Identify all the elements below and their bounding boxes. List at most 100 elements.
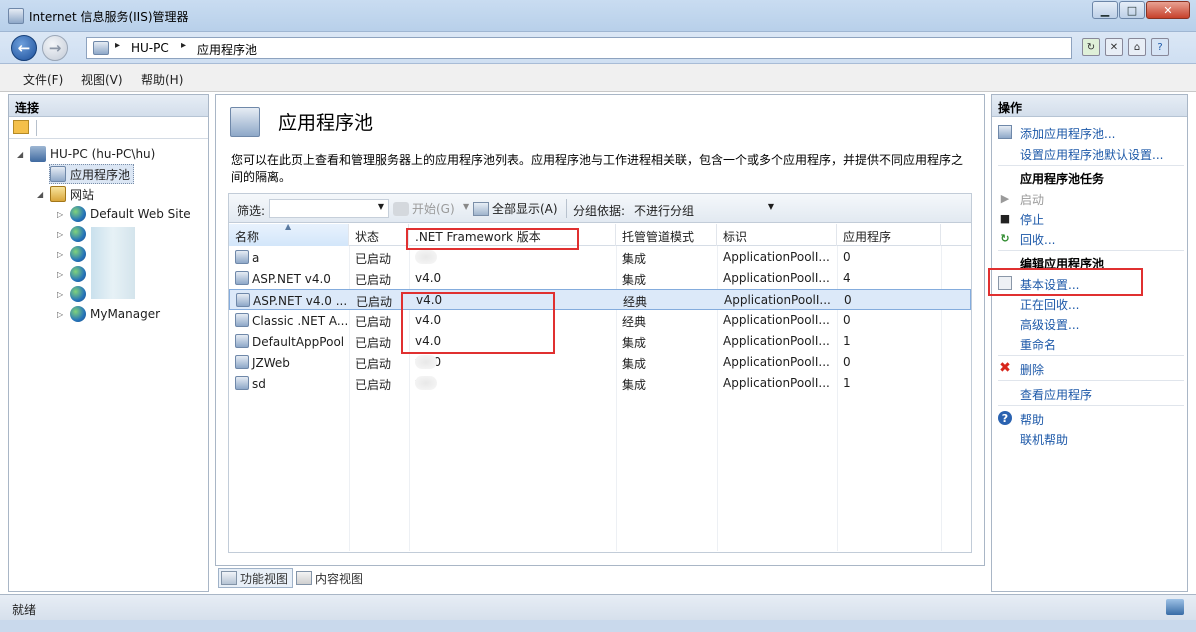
help-link[interactable]: 帮助 xyxy=(1020,411,1044,428)
actions-divider xyxy=(998,250,1184,251)
website-globe-icon xyxy=(70,266,86,282)
tree-node-site[interactable]: ▷ xyxy=(57,264,90,284)
forward-button[interactable]: → xyxy=(42,35,68,61)
tree-node-sites[interactable]: ◢ 网站 xyxy=(37,184,94,204)
breadcrumb-server[interactable]: HU-PC xyxy=(131,41,169,55)
expand-icon[interactable]: ▷ xyxy=(57,210,67,219)
window-bottom-edge xyxy=(0,620,1196,632)
cell-name-text: sd xyxy=(252,377,266,391)
table-row[interactable]: JZWeb 已启动 v4.0 集成 ApplicationPoolI... 0 xyxy=(229,352,971,373)
cell-status: 已启动 xyxy=(355,355,407,372)
expand-icon[interactable]: ▷ xyxy=(57,230,67,239)
app-pool-icon xyxy=(235,271,249,285)
window-title: Internet 信息服务(IIS)管理器 xyxy=(29,10,189,24)
stop-link[interactable]: 停止 xyxy=(1020,211,1044,228)
collapse-icon[interactable]: ◢ xyxy=(37,190,47,199)
home-icon[interactable]: ⌂ xyxy=(1128,38,1146,56)
cell-identity: ApplicationPoolI... xyxy=(724,293,836,307)
cell-pipeline-mode-text: 集成 xyxy=(622,273,647,287)
filter-label: 筛选: xyxy=(237,204,266,218)
cell-version: v4.0 xyxy=(415,271,605,285)
group-by-select[interactable]: 不进行分组 ▼ xyxy=(629,199,779,218)
rename-link[interactable]: 重命名 xyxy=(1020,336,1056,353)
column-header-identity[interactable]: 标识 xyxy=(717,224,837,246)
tree-node-my-manager[interactable]: ▷ MyManager xyxy=(57,304,160,324)
delete-link[interactable]: 删除 xyxy=(1020,361,1044,378)
menu-help[interactable]: 帮助(H) xyxy=(141,71,183,88)
table-row[interactable]: sd 已启动 v 集成 ApplicationPoolI... 1 xyxy=(229,373,971,394)
tree-node-site[interactable]: ▷ xyxy=(57,224,90,244)
online-help-link[interactable]: 联机帮助 xyxy=(1020,431,1068,448)
collapse-icon[interactable]: ◢ xyxy=(17,150,27,159)
redaction-smudge xyxy=(415,250,437,264)
advanced-settings-link[interactable]: 高级设置... xyxy=(1020,316,1079,333)
expand-icon[interactable]: ▷ xyxy=(57,310,67,319)
table-row[interactable]: ASP.NET v4.0 已启动 v4.0 集成 ApplicationPoolI...… xyxy=(229,268,971,289)
tree-node-app-pools[interactable]: 应用程序池 xyxy=(49,164,135,184)
website-globe-icon xyxy=(70,246,86,262)
tree-node-site[interactable]: ▷ xyxy=(57,244,90,264)
actions-divider xyxy=(998,165,1184,166)
set-pool-defaults-link[interactable]: 设置应用程序池默认设置... xyxy=(1020,146,1163,163)
recycling-link[interactable]: 正在回收... xyxy=(1020,296,1079,313)
tree-node-site[interactable]: ▷ xyxy=(57,284,90,304)
tab-features-view[interactable]: 功能视图 xyxy=(218,568,294,588)
table-row[interactable]: DefaultAppPool 已启动 v4.0 集成 ApplicationPoolI.… xyxy=(229,331,971,352)
tree-label-my-manager: MyManager xyxy=(90,307,161,321)
add-app-pool-link[interactable]: 添加应用程序池... xyxy=(1020,125,1115,142)
tab-content-view[interactable]: 内容视图 xyxy=(293,568,368,588)
cell-pipeline-mode-text: 经典 xyxy=(622,315,647,329)
start-filter-button[interactable]: 开始(G) xyxy=(393,199,455,218)
cell-name: DefaultAppPool xyxy=(235,334,347,349)
filter-input[interactable]: ▼ xyxy=(269,199,389,218)
cell-status: 已启动 xyxy=(355,271,407,288)
connect-icon[interactable] xyxy=(13,120,29,134)
minimize-button[interactable]: ▁ xyxy=(1092,1,1118,19)
menu-file[interactable]: 文件(F) xyxy=(23,71,63,88)
refresh-icon[interactable]: ↻ xyxy=(1082,38,1100,56)
menu-view[interactable]: 视图(V) xyxy=(81,71,123,88)
recycle-link[interactable]: 回收... xyxy=(1020,231,1055,248)
back-button[interactable]: ← xyxy=(11,35,37,61)
table-row[interactable]: a 已启动 0 集成 ApplicationPoolI... 0 xyxy=(229,247,971,268)
chevron-down-icon: ▼ xyxy=(377,202,384,211)
tree-node-default-site[interactable]: ▷ Default Web Site xyxy=(57,204,191,224)
column-label: 应用程序 xyxy=(843,230,892,244)
features-view-icon xyxy=(221,571,237,585)
help-icon[interactable]: ? xyxy=(1151,38,1169,56)
column-header-applications[interactable]: 应用程序 xyxy=(837,224,941,246)
show-all-button[interactable]: 全部显示(A) xyxy=(473,199,558,218)
close-button[interactable]: ✕ xyxy=(1146,1,1190,19)
table-row[interactable]: Classic .NET A... 已启动 v4.0 经典 ApplicationPoo… xyxy=(229,310,971,331)
chevron-down-icon: ▼ xyxy=(767,202,774,211)
sites-folder-icon xyxy=(50,186,66,202)
cell-applications: 0 xyxy=(844,293,934,307)
cell-pipeline-mode: 经典 xyxy=(623,293,715,310)
app-pools-list: 筛选: ▼ 开始(G) ▼ 全部显示(A) 分组依据: 不进行分组 ▼ ▲ 名称 xyxy=(228,193,972,553)
breadcrumb[interactable]: ▸ HU-PC ▸ 应用程序池 xyxy=(86,37,1072,59)
breadcrumb-separator: ▸ xyxy=(115,40,121,51)
website-globe-icon xyxy=(70,226,86,242)
cell-pipeline-mode: 集成 xyxy=(622,355,714,372)
website-globe-icon xyxy=(70,206,86,222)
stop-icon[interactable]: ✕ xyxy=(1105,38,1123,56)
dropdown-arrow-icon[interactable]: ▼ xyxy=(463,202,469,211)
table-row[interactable]: ASP.NET v4.0 ... 已启动 v4.0 经典 ApplicationPool… xyxy=(229,289,971,310)
tree-node-server[interactable]: ◢ HU-PC (hu-PC\hu) xyxy=(17,144,155,164)
maximize-button[interactable]: □ xyxy=(1119,1,1145,19)
cell-applications-text: 1 xyxy=(843,334,851,348)
expand-icon[interactable]: ▷ xyxy=(57,270,67,279)
column-header-status[interactable]: 状态 xyxy=(349,224,409,246)
breadcrumb-app-pools[interactable]: 应用程序池 xyxy=(197,41,257,58)
computer-icon xyxy=(30,146,46,162)
column-header-pipeline-mode[interactable]: 托管管道模式 xyxy=(616,224,717,246)
cell-status: 已启动 xyxy=(355,250,407,267)
expand-icon[interactable]: ▷ xyxy=(57,290,67,299)
cell-identity-text: ApplicationPoolI... xyxy=(723,334,830,348)
stop-icon: ■ xyxy=(999,211,1011,225)
cell-pipeline-mode-text: 经典 xyxy=(623,295,648,309)
cell-version: v xyxy=(415,376,605,390)
view-applications-link[interactable]: 查看应用程序 xyxy=(1020,386,1092,403)
column-header-name[interactable]: ▲ 名称 xyxy=(229,222,349,246)
expand-icon[interactable]: ▷ xyxy=(57,250,67,259)
